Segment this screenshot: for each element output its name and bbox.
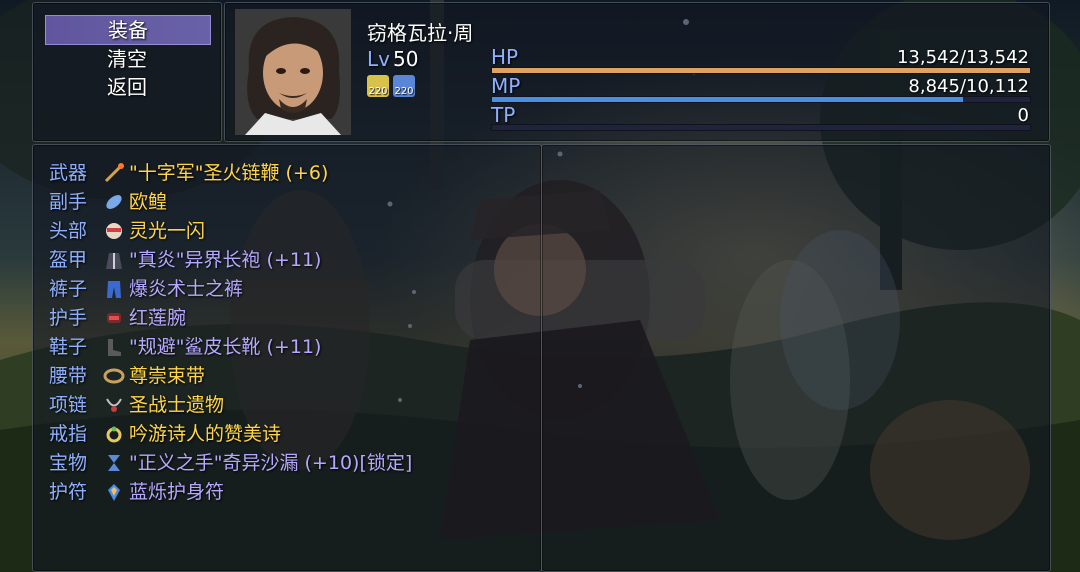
level-value: 50 (393, 47, 419, 71)
item-name: 欧鳇 (129, 191, 168, 213)
tp-gauge (491, 124, 1031, 131)
slot-name: 武器 (49, 162, 88, 184)
equip-slot-gloves[interactable]: 护手 红莲腕 (49, 304, 529, 332)
amulet-icon (108, 484, 120, 501)
command-clear[interactable]: 清空 (45, 45, 209, 73)
state-turns: 220 (368, 86, 388, 97)
belt-icon (103, 368, 125, 384)
slot-name: 副手 (49, 191, 88, 213)
equip-slot-shoes[interactable]: 鞋子 "规避"鲨皮长靴 (+11) (49, 333, 529, 361)
item-name: 蓝烁护身符 (129, 481, 225, 503)
command-back[interactable]: 返回 (45, 73, 209, 101)
equip-slot-belt[interactable]: 腰带 尊崇束带 (49, 362, 529, 390)
mp-label: MP (491, 74, 521, 98)
hp-value: 13,542/13,542 (896, 47, 1029, 68)
pants-icon (107, 281, 121, 298)
slot-name: 腰带 (49, 365, 88, 387)
slot-name: 戒指 (49, 423, 88, 445)
hp-label: HP (491, 45, 519, 69)
equip-slot-weapon[interactable]: 武器 "十字军"圣火链鞭 (+6) (49, 159, 529, 187)
item-name: "真炎"异界长袍 (+11) (129, 249, 322, 271)
equip-slot-pants[interactable]: 裤子 爆炎术士之裤 (49, 275, 529, 303)
item-name: 灵光一闪 (129, 220, 206, 242)
actor-name: 窃格瓦拉·周 (367, 21, 474, 45)
tp-value: 0 (1017, 105, 1029, 126)
item-name: 红莲腕 (129, 307, 187, 329)
item-info-window (541, 144, 1051, 572)
equip-slot-amulet[interactable]: 护符 蓝烁护身符 (49, 478, 529, 506)
item-name: "十字军"圣火链鞭 (+6) (129, 162, 329, 184)
slot-name: 头部 (49, 220, 88, 242)
slot-name: 项链 (49, 394, 88, 416)
robe-icon (106, 253, 122, 269)
slot-name: 护符 (49, 481, 88, 503)
equip-slot-armor[interactable]: 盔甲 "真炎"异界长袍 (+11) (49, 246, 529, 274)
item-name: "正义之手"奇异沙漏 (+10)[锁定] (129, 452, 413, 474)
level-label: Lv (367, 47, 390, 71)
equip-slot-necklace[interactable]: 项链 圣战士遗物 (49, 391, 529, 419)
mask-icon (106, 223, 122, 239)
slot-name: 盔甲 (49, 249, 88, 271)
slot-name: 裤子 (49, 278, 88, 300)
necklace-icon (106, 398, 122, 412)
command-equip[interactable]: 装备 (45, 15, 211, 45)
mp-value: 8,845/10,112 (908, 76, 1029, 97)
item-name: 吟游诗人的赞美诗 (129, 423, 282, 445)
status-window: 窃格瓦拉·周 Lv 50 220 220 HP 13,542/13,542 MP… (224, 2, 1050, 142)
command-window: 装备 清空 返回 (32, 2, 222, 142)
buff-defense-icon: 220 (393, 75, 415, 97)
equipment-window: 武器 "十字军"圣火链鞭 (+6) 副手 欧鳇 头部 灵光一闪 盔甲 "真炎"异… (32, 144, 542, 572)
hp-gauge (491, 67, 1031, 74)
equip-slot-offhand[interactable]: 副手 欧鳇 (49, 188, 529, 216)
hourglass-icon (108, 455, 120, 471)
mp-gauge (491, 96, 1031, 103)
buff-attack-icon: 220 (367, 75, 389, 97)
mp-gauge-fill (492, 97, 963, 102)
equip-slot-head[interactable]: 头部 灵光一闪 (49, 217, 529, 245)
equip-slot-treasure[interactable]: 宝物 "正义之手"奇异沙漏 (+10)[锁定] (49, 449, 529, 477)
fish-icon (106, 195, 122, 209)
equip-slot-ring[interactable]: 戒指 吟游诗人的赞美诗 (49, 420, 529, 448)
item-name: "规避"鲨皮长靴 (+11) (129, 336, 322, 358)
bracer-icon (107, 313, 121, 323)
actor-portrait (235, 9, 351, 135)
whip-icon (104, 163, 124, 183)
ring-icon (106, 426, 122, 443)
hp-gauge-fill (492, 68, 1030, 73)
item-name: 圣战士遗物 (129, 394, 225, 416)
slot-name: 鞋子 (49, 336, 88, 358)
slot-name: 护手 (49, 307, 88, 329)
item-name: 尊崇束带 (129, 365, 206, 387)
boots-icon (108, 339, 121, 356)
item-name: 爆炎术士之裤 (129, 278, 244, 300)
state-turns: 220 (394, 86, 414, 97)
slot-name: 宝物 (49, 452, 88, 474)
